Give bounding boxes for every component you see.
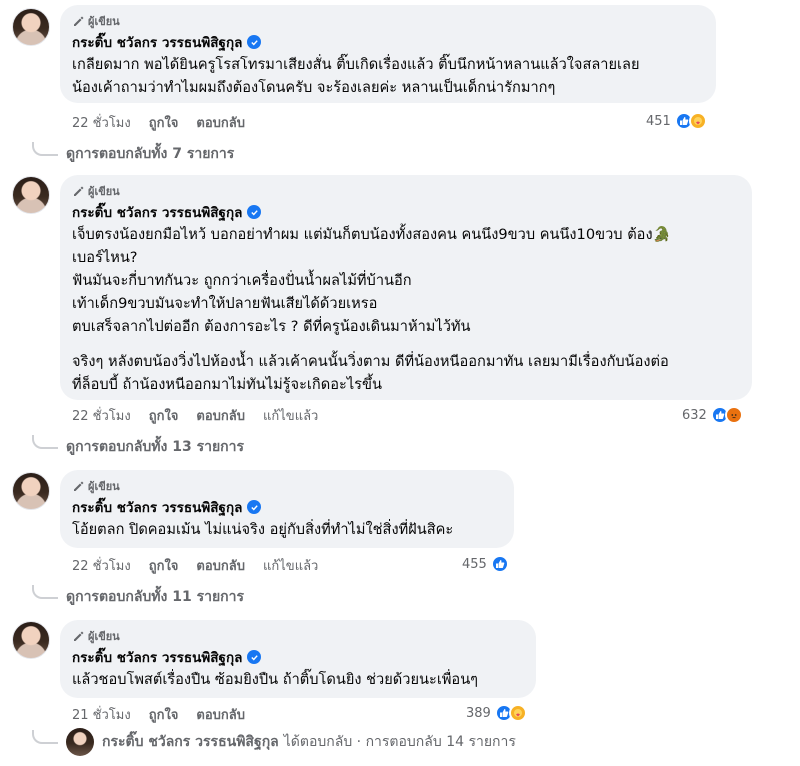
verified-badge-icon (247, 500, 262, 514)
verified-badge-icon (247, 650, 262, 664)
view-replies-label: ดูการตอบกลับทั้ง 11 รายการ (66, 589, 245, 605)
comment-bubble: ผู้เขียน กระติ๊บ ชวัลกร วรรธนพิสิฐกุล โอ… (60, 470, 514, 548)
like-button[interactable]: ถูกใจ (149, 555, 179, 576)
comment-line: ตบเสร็จลากไปต่ออีก ต้องการอะไร ? ดีที่คร… (72, 318, 471, 335)
reply-author-name: กระติ๊บ ชวัลกร วรรธนพิสิฐกุล (102, 734, 279, 750)
comment-line: น้องเค้าถามว่าทำไมผมถึงต้องโดนครับ จะร้อ… (72, 79, 556, 96)
comment-actions: 21 ชั่วโมง ถูกใจ ตอบกลับ (72, 704, 245, 724)
author-tag: ผู้เขียน (72, 13, 704, 29)
commenter-name[interactable]: กระติ๊บ ชวัลกร วรรธนพิสิฐกุล (72, 496, 242, 518)
avatar (66, 728, 94, 756)
comment-line: เกลียดมาก พอได้ยินครูโรสโทรมาเสียงสั่น ต… (72, 56, 640, 73)
view-replies-link[interactable]: ดูการตอบกลับทั้ง 7 รายการ (32, 142, 235, 164)
comment-line: เท้าเด็ก9ขวบมันจะทำให้ปลายฟันเสียได้ด้วย… (72, 295, 378, 312)
comment-actions: 22 ชั่วโมง ถูกใจ ตอบกลับ (72, 112, 245, 132)
thread-line (32, 142, 58, 156)
thread-line (32, 730, 58, 744)
reaction-count: 389 (466, 705, 491, 721)
comment-bubble: ผู้เขียน กระติ๊บ ชวัลกร วรรธนพิสิฐกุล เก… (60, 5, 716, 103)
view-replies-link[interactable]: ดูการตอบกลับทั้ง 11 รายการ (32, 585, 245, 607)
comment-bubble: ผู้เขียน กระติ๊บ ชวัลกร วรรธนพิสิฐกุล เจ… (60, 175, 752, 400)
reply-button[interactable]: ตอบกลับ (196, 704, 245, 725)
comment-line: แล้วชอบโพสต์เรื่องปืน ซ้อมยิงปืน ถ้าติ๊บ… (72, 671, 479, 688)
like-button[interactable]: ถูกใจ (149, 405, 179, 426)
commenter-name[interactable]: กระติ๊บ ชวัลกร วรรธนพิสิฐกุล (72, 31, 242, 53)
verified-badge-icon (247, 205, 262, 219)
like-button[interactable]: ถูกใจ (149, 704, 179, 725)
comment-line: โอ้ยตลก ปิดคอมเม้น ไม่แน่จริง อยู่กับสิ่… (72, 521, 454, 538)
avatar[interactable] (12, 472, 50, 510)
care-reaction-icon (688, 112, 707, 130)
reaction-summary[interactable]: 451 (646, 111, 707, 131)
thread-line (32, 585, 58, 599)
comment-time[interactable]: 22 ชั่วโมง (72, 112, 131, 133)
avatar[interactable] (12, 176, 50, 214)
edited-label: แก้ไขแล้ว (263, 408, 319, 424)
reaction-summary[interactable]: 455 (462, 554, 509, 574)
author-tag-label: ผู้เขียน (88, 185, 120, 198)
view-replies-link[interactable]: ดูการตอบกลับทั้ง 13 รายการ (32, 435, 245, 457)
pencil-icon (74, 186, 84, 196)
edited-label: แก้ไขแล้ว (263, 558, 319, 574)
view-replies-label: ดูการตอบกลับทั้ง 7 รายการ (66, 146, 235, 162)
comment-line: ที่ล็อบบี้ ถ้าน้องหนีออกมาไม่ทันไม่รู้จะ… (72, 376, 382, 393)
author-tag: ผู้เขียน (72, 628, 524, 644)
like-reaction-icon (490, 555, 509, 573)
thread-line (32, 435, 58, 449)
comment-time[interactable]: 21 ชั่วโมง (72, 704, 131, 725)
comment-line: ฟันมันจะกี่บาทกันวะ ถูกกว่าเครื่องปั่นน้… (72, 272, 412, 289)
care-reaction-icon (508, 704, 527, 722)
comment-line: จริงๆ หลังตบน้องวิ่งไปห้องน้ำ แล้วเค้าคน… (72, 353, 669, 370)
verified-badge-icon (247, 35, 262, 49)
reply-button[interactable]: ตอบกลับ (196, 555, 245, 576)
comment-line: เบอร์ไหน? (72, 249, 138, 266)
reaction-count: 455 (462, 556, 487, 572)
view-replies-label: ดูการตอบกลับทั้ง 13 รายการ (66, 439, 245, 455)
author-tag-label: ผู้เขียน (88, 15, 120, 28)
pencil-icon (74, 481, 84, 491)
pencil-icon (74, 631, 84, 641)
comment-bubble: ผู้เขียน กระติ๊บ ชวัลกร วรรธนพิสิฐกุล แล… (60, 620, 536, 698)
avatar[interactable] (12, 621, 50, 659)
comment-time[interactable]: 22 ชั่วโมง (72, 405, 131, 426)
commenter-name[interactable]: กระติ๊บ ชวัลกร วรรธนพิสิฐกุล (72, 201, 242, 223)
commenter-name[interactable]: กระติ๊บ ชวัลกร วรรธนพิสิฐกุล (72, 646, 242, 668)
reply-summary-text: ได้ตอบกลับ · การตอบกลับ 14 รายการ (283, 734, 516, 750)
reaction-count: 451 (646, 113, 671, 129)
author-tag: ผู้เขียน (72, 183, 740, 199)
comment-actions: 22 ชั่วโมง ถูกใจ ตอบกลับ แก้ไขแล้ว (72, 555, 318, 575)
comment-actions: 22 ชั่วโมง ถูกใจ ตอบกลับ แก้ไขแล้ว (72, 405, 318, 425)
author-tag-label: ผู้เขียน (88, 480, 120, 493)
pencil-icon (74, 16, 84, 26)
comment-time[interactable]: 22 ชั่วโมง (72, 555, 131, 576)
reaction-count: 632 (682, 407, 707, 423)
avatar[interactable] (12, 8, 50, 46)
last-reply-summary[interactable]: กระติ๊บ ชวัลกร วรรธนพิสิฐกุล ได้ตอบกลับ … (32, 728, 516, 756)
author-tag: ผู้เขียน (72, 478, 502, 494)
reply-button[interactable]: ตอบกลับ (196, 112, 245, 133)
angry-reaction-icon (724, 406, 743, 424)
like-button[interactable]: ถูกใจ (149, 112, 179, 133)
author-tag-label: ผู้เขียน (88, 630, 120, 643)
reaction-summary[interactable]: 389 (466, 703, 527, 723)
comment-line: เจ็บตรงน้องยกมือไหว้ บอกอย่าทำผม แต่มันก… (72, 226, 671, 243)
reply-button[interactable]: ตอบกลับ (196, 405, 245, 426)
reaction-summary[interactable]: 632 (682, 405, 743, 425)
